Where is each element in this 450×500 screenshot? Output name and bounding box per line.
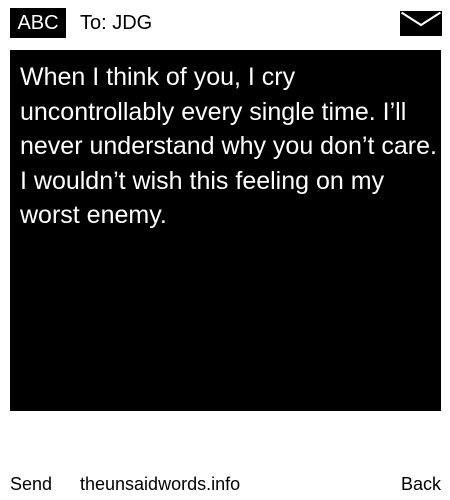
header-bar: ABC To: JDG (0, 0, 450, 46)
recipient-label: To: JDG (80, 12, 153, 34)
message-area[interactable]: When I think of you, I cry uncontrollabl… (10, 50, 441, 411)
input-mode-badge[interactable]: ABC (10, 8, 66, 38)
site-link[interactable]: theunsaidwords.info (80, 470, 240, 498)
send-button[interactable]: Send (10, 470, 52, 498)
message-body: When I think of you, I cry uncontrollabl… (20, 63, 437, 229)
envelope-icon (400, 11, 442, 36)
back-button[interactable]: Back (401, 470, 441, 498)
softkey-bar: Send theunsaidwords.info Back (0, 470, 450, 498)
